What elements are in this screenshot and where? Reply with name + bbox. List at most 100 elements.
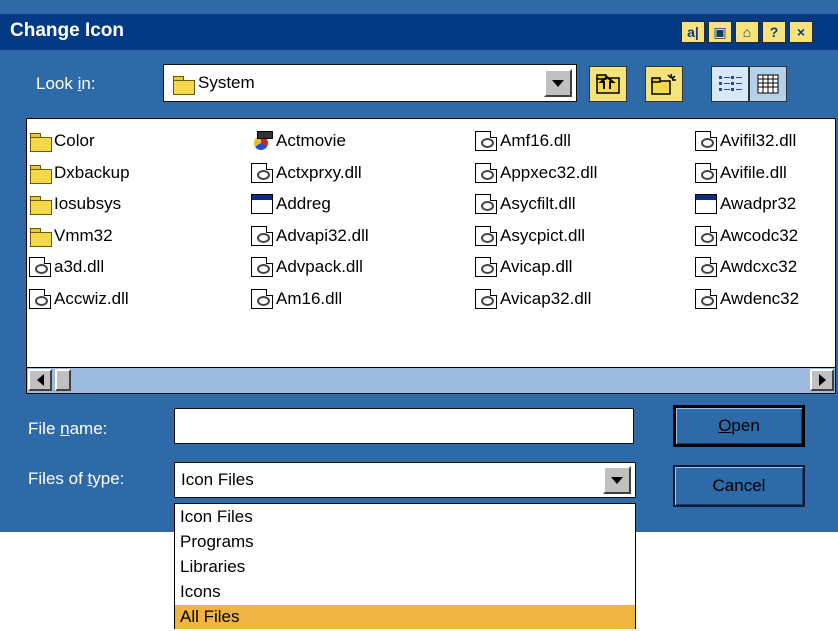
folder-icon xyxy=(29,226,52,247)
dll-file-icon xyxy=(695,162,717,183)
file-list[interactable]: Color Dxbackup Iosubsys Vmm32 a3d.dll Accwiz.… xyxy=(26,118,836,394)
dropdown-option-libraries[interactable]: Libraries xyxy=(175,555,635,579)
filename-input[interactable] xyxy=(174,408,634,444)
cancel-button[interactable]: Cancel xyxy=(673,465,805,507)
filetype-dropdown-list[interactable]: Icon Files Programs Libraries Icons All … xyxy=(174,503,636,629)
dll-file-icon xyxy=(29,288,51,309)
program-icon xyxy=(251,194,273,214)
file-name: Awadpr32 xyxy=(720,194,797,213)
minimize-icon[interactable]: ▣ xyxy=(708,21,732,43)
arrow-left-icon xyxy=(36,374,44,386)
filetype-dropdown-button[interactable] xyxy=(603,466,631,494)
file-name: Awdenc32 xyxy=(720,288,800,308)
file-item[interactable]: Awadpr32 xyxy=(695,190,796,218)
file-name: Appxec32.dll xyxy=(500,162,598,182)
file-name: Addreg xyxy=(276,194,331,213)
file-name: Color xyxy=(54,131,95,150)
file-item[interactable]: Avifile.dll xyxy=(695,159,787,187)
file-item[interactable]: Actxprxy.dll xyxy=(251,159,362,187)
file-item[interactable]: Avifil32.dll xyxy=(695,127,796,155)
lookin-label-pre: Look xyxy=(36,74,78,93)
file-item[interactable]: Awdcxc32 xyxy=(695,253,797,281)
scroll-left-button[interactable] xyxy=(28,369,52,391)
dropdown-option-programs[interactable]: Programs xyxy=(175,530,635,554)
lookin-label-post: n: xyxy=(81,74,96,93)
title-bar[interactable]: Change Icon a| ▣ ⌂ ? × xyxy=(0,14,838,50)
file-item[interactable]: Addreg xyxy=(251,190,331,218)
list-view-icon xyxy=(719,76,742,91)
horizontal-scrollbar[interactable] xyxy=(27,367,835,393)
file-item[interactable]: Actmovie xyxy=(251,127,346,155)
folder-icon xyxy=(29,194,52,215)
file-item[interactable]: Avicap.dll xyxy=(475,253,572,281)
file-name: Amf16.dll xyxy=(500,131,571,150)
dll-file-icon xyxy=(695,225,717,246)
file-item[interactable]: Awcodc32 xyxy=(695,222,798,250)
dropdown-option-icons[interactable]: Icons xyxy=(175,580,635,604)
file-name: Asycfilt.dll xyxy=(500,194,576,213)
file-name: Avifil32.dll xyxy=(720,131,797,150)
dropdown-option-icon-files[interactable]: Icon Files xyxy=(175,505,635,529)
file-item[interactable]: Dxbackup xyxy=(29,159,130,187)
file-name: Asycpict.dll xyxy=(500,225,586,245)
dll-file-icon xyxy=(29,257,51,277)
file-item[interactable]: a3d.dll xyxy=(29,253,104,281)
file-name: Actxprxy.dll xyxy=(276,162,362,182)
dll-file-icon xyxy=(475,288,497,309)
file-item[interactable]: Awdenc32 xyxy=(695,285,799,313)
file-name: a3d.dll xyxy=(54,257,105,276)
file-name: Dxbackup xyxy=(54,162,130,182)
file-name: Iosubsys xyxy=(54,194,122,213)
lookin-label: Look in: xyxy=(36,74,96,94)
dll-file-icon xyxy=(251,225,273,246)
file-name: Avifile.dll xyxy=(720,162,787,182)
file-item[interactable]: Iosubsys xyxy=(29,190,121,218)
file-item[interactable]: Asycfilt.dll xyxy=(475,190,576,218)
help-icon[interactable]: ? xyxy=(762,21,786,43)
file-name: Avicap32.dll xyxy=(500,288,592,308)
file-name: Awcodc32 xyxy=(720,225,799,245)
file-item[interactable]: Advpack.dll xyxy=(251,253,363,281)
filetype-select[interactable]: Icon Files xyxy=(174,462,636,498)
dialog-title: Change Icon xyxy=(10,20,125,41)
up-folder-icon xyxy=(596,74,620,94)
file-item[interactable]: Vmm32 xyxy=(29,222,113,250)
filetype-label-pre: Files of xyxy=(28,469,88,488)
open-button-accel: O xyxy=(718,416,732,435)
file-item[interactable]: Am16.dll xyxy=(251,285,342,313)
details-view-button[interactable] xyxy=(749,66,787,102)
file-name: Awdcxc32 xyxy=(720,257,798,276)
scroll-right-button[interactable] xyxy=(810,369,834,391)
open-button[interactable]: Open xyxy=(673,405,805,447)
scroll-thumb[interactable] xyxy=(55,369,71,391)
filename-label-pre: File xyxy=(28,419,61,438)
close-icon[interactable]: × xyxy=(789,21,813,43)
dll-file-icon xyxy=(695,257,717,277)
filetype-label-post: ype: xyxy=(92,469,125,488)
file-name: Advapi32.dll xyxy=(276,225,369,245)
file-name: Accwiz.dll xyxy=(54,288,129,308)
file-item[interactable]: Accwiz.dll xyxy=(29,285,129,313)
lookin-combo[interactable]: System xyxy=(163,64,577,102)
arrow-right-icon xyxy=(818,374,826,386)
open-button-label: pen xyxy=(731,416,760,435)
create-new-folder-button[interactable] xyxy=(645,66,683,102)
program-icon xyxy=(695,194,717,214)
dll-file-icon xyxy=(475,162,497,183)
dll-file-icon xyxy=(475,131,497,151)
file-item[interactable]: Advapi32.dll xyxy=(251,222,369,250)
maximize-icon[interactable]: ⌂ xyxy=(735,21,759,43)
up-one-level-button[interactable] xyxy=(589,66,627,102)
help-context-icon[interactable]: a| xyxy=(681,21,705,43)
lookin-dropdown-button[interactable] xyxy=(544,69,572,97)
file-item[interactable]: Avicap32.dll xyxy=(475,285,591,313)
filetype-label: Files of type: xyxy=(28,469,124,489)
file-item[interactable]: Appxec32.dll xyxy=(475,159,597,187)
file-item[interactable]: Color xyxy=(29,127,95,155)
dropdown-option-all-files[interactable]: All Files xyxy=(175,605,635,629)
list-view-button[interactable] xyxy=(711,66,749,102)
file-name: Vmm32 xyxy=(54,225,113,245)
file-item[interactable]: Amf16.dll xyxy=(475,127,571,155)
file-item[interactable]: Asycpict.dll xyxy=(475,222,585,250)
new-folder-icon xyxy=(651,73,676,95)
